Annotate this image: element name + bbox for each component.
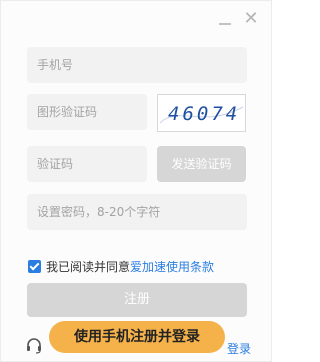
terms-link[interactable]: 爱加速使用条款 <box>130 258 214 275</box>
captcha-text: 46074 <box>168 103 240 125</box>
sms-code-input[interactable] <box>37 146 137 182</box>
captcha-image-graphic: 46074 <box>159 103 244 125</box>
agree-checkbox[interactable] <box>28 259 41 273</box>
agreement-row: 我已阅读并同意 爱加速使用条款 <box>28 258 214 274</box>
agreement-text: 我已阅读并同意 <box>46 259 131 274</box>
phone-register-login-button[interactable]: 使用手机注册并登录 <box>49 321 225 353</box>
phone-input[interactable] <box>37 47 237 83</box>
register-button[interactable]: 注册 <box>27 283 247 317</box>
send-code-button[interactable]: 发送验证码 <box>157 146 246 182</box>
headset-icon[interactable] <box>25 337 43 355</box>
captcha-image[interactable]: 46074 <box>157 94 246 132</box>
password-field[interactable] <box>27 194 247 230</box>
password-input[interactable] <box>37 194 237 230</box>
captcha-input[interactable] <box>37 94 137 130</box>
close-icon: ✕ <box>243 8 259 29</box>
login-link[interactable]: 登录 <box>227 340 251 357</box>
sms-code-field[interactable] <box>27 146 147 182</box>
phone-field[interactable] <box>27 47 247 83</box>
minimize-icon <box>219 23 231 25</box>
close-button[interactable]: ✕ <box>241 9 261 29</box>
register-window: ✕ 46074 发送验证码 我已阅读并同意 爱加速使用条款 注册 使用手机注册并… <box>0 0 272 362</box>
minimize-button[interactable] <box>215 9 235 29</box>
captcha-field[interactable] <box>27 94 147 130</box>
